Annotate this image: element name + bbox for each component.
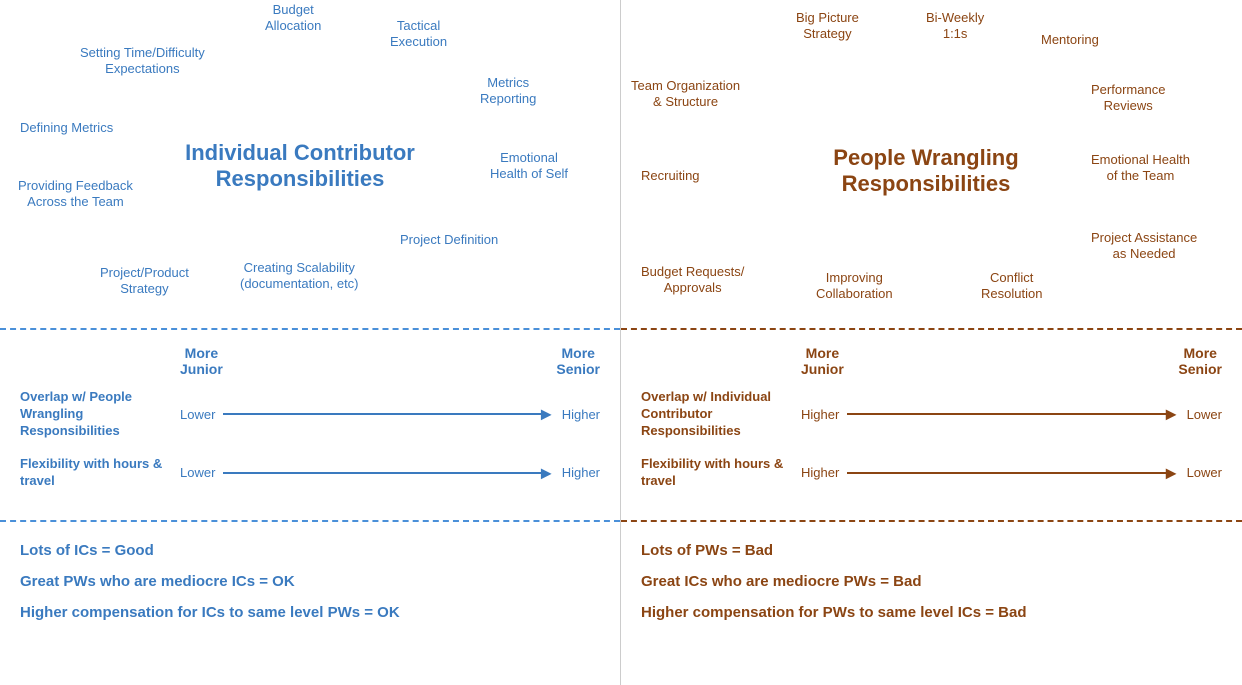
word-item: Emotional Health of Self xyxy=(490,150,568,181)
right-row-1-from: Higher xyxy=(801,465,839,480)
right-row-1-label: Flexibility with hours & travel xyxy=(641,456,801,490)
right-row-1-arrow: Higher Lower xyxy=(801,465,1222,480)
word-item: Emotional Health of the Team xyxy=(1091,152,1190,183)
right-row-0-from: Higher xyxy=(801,407,839,422)
left-spectrum-row-0: Overlap w/ People Wrangling Responsibili… xyxy=(20,389,600,440)
left-row-1-to: Higher xyxy=(562,465,600,480)
left-top-section: Individual Contributor Responsibilities … xyxy=(0,0,620,330)
left-row-0-label: Overlap w/ People Wrangling Responsibili… xyxy=(20,389,180,440)
right-bottom-section: Lots of PWs = Bad Great ICs who are medi… xyxy=(621,522,1242,685)
right-row-1-to: Lower xyxy=(1187,465,1222,480)
left-panel: Individual Contributor Responsibilities … xyxy=(0,0,621,685)
right-row-0-arrow: Higher Lower xyxy=(801,407,1222,422)
word-item: Setting Time/Difficulty Expectations xyxy=(80,45,205,76)
right-bottom-2: Higher compensation for PWs to same leve… xyxy=(641,604,1222,621)
left-spectrum-row-1: Flexibility with hours & travel Lower Hi… xyxy=(20,456,600,490)
right-bottom-0: Lots of PWs = Bad xyxy=(641,542,1222,559)
word-item: Project Assistance as Needed xyxy=(1091,230,1197,261)
left-junior-label: More Junior xyxy=(180,345,223,377)
left-row-0-from: Lower xyxy=(180,407,215,422)
left-row-1-from: Lower xyxy=(180,465,215,480)
left-middle-section: More Junior More Senior Overlap w/ Peopl… xyxy=(0,330,620,522)
left-row-1-line xyxy=(223,472,541,474)
left-bottom-0: Lots of ICs = Good xyxy=(20,542,600,559)
word-item: Budget Allocation xyxy=(265,2,321,33)
right-row-0-label: Overlap w/ Individual Contributor Respon… xyxy=(641,389,801,440)
word-item: Recruiting xyxy=(641,168,700,184)
left-row-0-line xyxy=(223,413,541,415)
word-item: Providing Feedback Across the Team xyxy=(18,178,133,209)
word-item: Defining Metrics xyxy=(20,120,113,136)
word-item: Budget Requests/ Approvals xyxy=(641,264,744,295)
right-row-0-to: Lower xyxy=(1187,407,1222,422)
left-bottom-1: Great PWs who are mediocre ICs = OK xyxy=(20,573,600,590)
right-row-1-line xyxy=(847,472,1166,474)
right-spectrum-row-1: Flexibility with hours & travel Higher L… xyxy=(641,456,1222,490)
right-bottom-1: Great ICs who are mediocre PWs = Bad xyxy=(641,573,1222,590)
word-item: Bi-Weekly 1:1s xyxy=(926,10,984,41)
right-spectrum-header: More Junior More Senior xyxy=(641,345,1222,377)
right-row-0-line xyxy=(847,413,1166,415)
right-middle-section: More Junior More Senior Overlap w/ Indiv… xyxy=(621,330,1242,522)
left-row-1-label: Flexibility with hours & travel xyxy=(20,456,180,490)
main-container: Individual Contributor Responsibilities … xyxy=(0,0,1242,685)
word-item: Improving Collaboration xyxy=(816,270,893,301)
word-item: Tactical Execution xyxy=(390,18,447,49)
word-item: Team Organization & Structure xyxy=(631,78,740,109)
right-title: People Wrangling Responsibilities xyxy=(771,145,1081,198)
left-spectrum-header: More Junior More Senior xyxy=(20,345,600,377)
right-top-section: People Wrangling Responsibilities Big Pi… xyxy=(621,0,1242,330)
word-item: Performance Reviews xyxy=(1091,82,1165,113)
left-row-1-arrow: Lower Higher xyxy=(180,465,600,480)
right-spectrum-row-0: Overlap w/ Individual Contributor Respon… xyxy=(641,389,1222,440)
right-panel: People Wrangling Responsibilities Big Pi… xyxy=(621,0,1242,685)
left-row-0-to: Higher xyxy=(562,407,600,422)
right-junior-label: More Junior xyxy=(801,345,844,377)
word-item: Project Definition xyxy=(400,232,498,248)
word-item: Mentoring xyxy=(1041,32,1099,48)
word-item: Creating Scalability (documentation, etc… xyxy=(240,260,359,291)
right-senior-label: More Senior xyxy=(1178,345,1222,377)
left-bottom-2: Higher compensation for ICs to same leve… xyxy=(20,604,600,621)
left-senior-label: More Senior xyxy=(556,345,600,377)
word-item: Metrics Reporting xyxy=(480,75,536,106)
left-title: Individual Contributor Responsibilities xyxy=(170,140,430,193)
word-item: Project/Product Strategy xyxy=(100,265,189,296)
word-item: Conflict Resolution xyxy=(981,270,1042,301)
left-bottom-section: Lots of ICs = Good Great PWs who are med… xyxy=(0,522,620,685)
word-item: Big Picture Strategy xyxy=(796,10,859,41)
left-row-0-arrow: Lower Higher xyxy=(180,407,600,422)
